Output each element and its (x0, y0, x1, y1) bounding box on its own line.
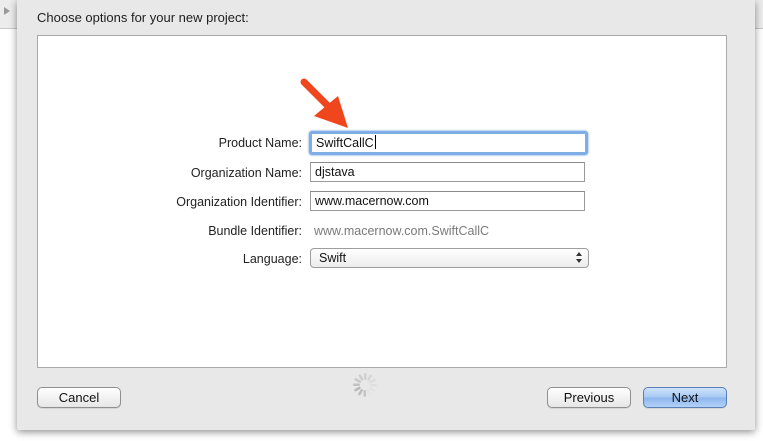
organization-identifier-row: Organization Identifier: www.macernow.co… (38, 191, 726, 215)
product-name-row: Product Name: SwiftCallC (38, 131, 726, 156)
cancel-button[interactable]: Cancel (37, 387, 121, 408)
organization-identifier-label: Organization Identifier: (176, 195, 302, 209)
sheet-title: Choose options for your new project: (37, 10, 249, 25)
arrow-up-icon (576, 252, 582, 256)
bundle-identifier-row: Bundle Identifier: www.macernow.com.Swif… (38, 220, 726, 244)
organization-name-label: Organization Name: (190, 166, 302, 180)
bundle-identifier-value: www.macernow.com.SwiftCallC (314, 224, 490, 238)
product-name-label: Product Name: (218, 136, 302, 150)
popup-arrows-icon (576, 251, 583, 265)
arrow-down-icon (576, 259, 582, 263)
background-window-edge-right (755, 0, 763, 29)
progress-spinner-icon (353, 373, 377, 397)
new-project-sheet: Choose options for your new project: Pro… (17, 0, 755, 430)
organization-name-field[interactable]: djstava (310, 162, 585, 182)
text-caret (374, 135, 376, 149)
language-row: Language: Swift (38, 248, 726, 272)
background-window-edge-left (0, 0, 17, 29)
language-popup[interactable]: Swift (310, 248, 589, 268)
disclosure-triangle-icon (4, 7, 10, 15)
product-name-field[interactable]: SwiftCallC (309, 131, 588, 155)
language-label: Language: (242, 252, 302, 266)
product-name-value: SwiftCallC (316, 136, 374, 150)
organization-name-row: Organization Name: djstava (38, 162, 726, 186)
organization-identifier-field[interactable]: www.macernow.com (310, 191, 585, 211)
next-button[interactable]: Next (643, 387, 727, 408)
options-panel: Product Name: SwiftCallC Organization Na… (37, 35, 727, 368)
previous-button[interactable]: Previous (547, 387, 631, 408)
screen: Choose options for your new project: Pro… (0, 0, 763, 441)
bundle-identifier-label: Bundle Identifier: (208, 224, 302, 238)
language-selected-value: Swift (319, 251, 347, 265)
